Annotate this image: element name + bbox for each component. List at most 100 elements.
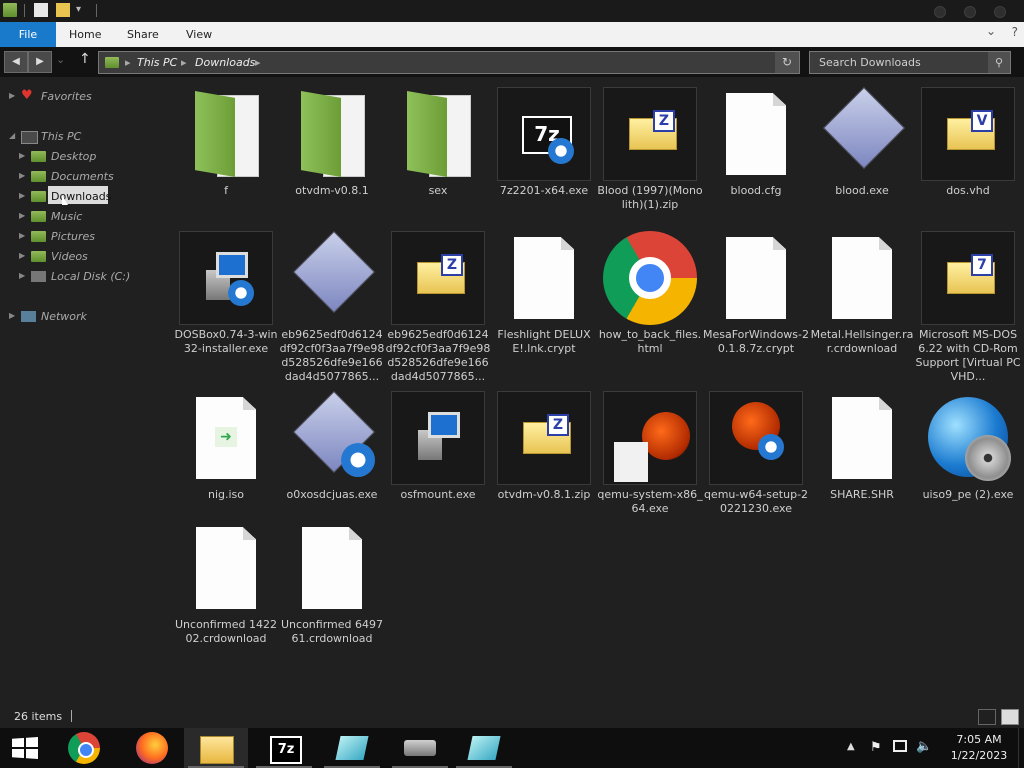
new-folder-icon[interactable] <box>56 3 70 17</box>
expand-arrow-icon[interactable]: ▶ <box>19 271 25 280</box>
nav-this-pc-label: This PC <box>41 130 82 143</box>
expand-arrow-icon[interactable]: ▶ <box>19 231 25 240</box>
nav-documents[interactable]: ▶ Documents <box>0 167 170 187</box>
show-desktop-button[interactable] <box>1018 728 1024 768</box>
installer-icon <box>391 391 485 485</box>
flag-icon[interactable]: ⚑ <box>870 740 882 755</box>
ribbon: File Home Share View ⌄ ? <box>0 22 1024 48</box>
nav-local-disk-label: Local Disk (C:) <box>51 270 131 283</box>
collapse-arrow-icon[interactable]: ◢ <box>9 131 15 140</box>
folder-icon <box>391 87 485 181</box>
nav-desktop-label: Desktop <box>51 150 97 163</box>
tab-share[interactable]: Share <box>127 22 159 47</box>
taskbar-firefox[interactable] <box>120 728 184 768</box>
expand-arrow-icon[interactable]: ▶ <box>9 91 15 100</box>
taskbar-app-3[interactable] <box>452 728 516 768</box>
tab-home[interactable]: Home <box>69 22 101 47</box>
taskbar-chrome[interactable] <box>52 728 116 768</box>
refresh-icon[interactable]: ↻ <box>775 52 799 73</box>
folder-icon <box>105 57 119 68</box>
show-hidden-icons-icon[interactable]: ▲ <box>847 741 855 752</box>
breadcrumb-arrow-icon[interactable]: ▸ <box>255 52 261 73</box>
nav-music[interactable]: ▶ Music <box>0 207 170 227</box>
exe-gear-icon <box>285 390 379 485</box>
close-button[interactable] <box>994 6 1006 18</box>
recent-locations-icon[interactable]: ⌄ <box>56 53 65 66</box>
blank-file-icon <box>497 231 591 325</box>
nav-documents-label: Documents <box>51 170 114 183</box>
properties-icon[interactable] <box>34 3 48 17</box>
customize-quick-access-icon[interactable]: ▾ <box>76 3 90 17</box>
network-icon <box>21 311 36 322</box>
file-name: blood.exe <box>835 184 889 197</box>
nav-local-disk[interactable]: ▶ Local Disk (C:) <box>0 267 170 287</box>
breadcrumb-this-pc[interactable]: This PC <box>137 52 177 73</box>
separator <box>96 4 97 17</box>
window-app-icon <box>335 736 369 760</box>
file-name: blood.cfg <box>730 184 782 197</box>
zip-archive-icon: Z <box>603 87 697 181</box>
expand-arrow-icon[interactable]: ▶ <box>19 171 25 180</box>
file-name: otvdm-v0.8.1 <box>295 184 369 197</box>
network-icon[interactable] <box>893 740 907 752</box>
nav-videos[interactable]: ▶ Videos <box>0 247 170 267</box>
nav-desktop[interactable]: ▶ Desktop <box>0 147 170 167</box>
separator <box>24 4 25 17</box>
nav-downloads[interactable]: ▶ Downloads <box>0 186 170 207</box>
blank-file-icon <box>179 521 273 615</box>
volume-icon[interactable]: 🔈 <box>916 739 932 754</box>
file-name: f <box>224 184 228 197</box>
nav-pictures[interactable]: ▶ Pictures <box>0 227 170 247</box>
file-name: Metal.Hellsinger.rar.crdownload <box>810 328 914 355</box>
file-name: dos.vhd <box>946 184 990 197</box>
forward-button[interactable]: ▶ <box>28 51 52 73</box>
breadcrumb-arrow-icon[interactable]: ▸ <box>125 52 131 73</box>
taskbar-7zip[interactable]: 7z <box>252 728 316 768</box>
expand-arrow-icon[interactable]: ▶ <box>19 251 25 260</box>
expand-arrow-icon[interactable]: ▶ <box>19 151 25 160</box>
help-icon[interactable]: ? <box>1012 25 1018 39</box>
blank-file-icon <box>815 231 909 325</box>
blank-file-icon <box>709 231 803 325</box>
item-count: 26 items <box>14 710 63 723</box>
zip-archive-icon: Z <box>391 231 485 325</box>
folder-icon <box>31 251 46 262</box>
search-input[interactable]: Search Downloads ⚲ <box>809 51 1011 74</box>
tab-file[interactable]: File <box>0 22 56 47</box>
minimize-button[interactable] <box>934 6 946 18</box>
nav-downloads-label: Downloads <box>51 190 112 203</box>
details-view-icon[interactable] <box>978 709 996 725</box>
large-icons-view-icon[interactable] <box>1001 709 1019 725</box>
iso-file-icon: ➜ <box>179 391 273 485</box>
folder-icon <box>285 87 379 181</box>
nav-favorites[interactable]: ▶ ♥ Favorites <box>0 87 170 107</box>
up-arrow-icon[interactable]: ↑ <box>79 51 91 67</box>
taskbar-file-explorer[interactable] <box>184 728 248 768</box>
exe-diamond-icon <box>815 86 909 181</box>
folder-icon <box>31 211 46 222</box>
blank-file-icon <box>709 87 803 181</box>
expand-ribbon-icon[interactable]: ⌄ <box>986 24 996 38</box>
address-row: ◀ ▶ ⌄ ↑ ▸ This PC ▸ Downloads ▸ ↻ Search… <box>0 47 1024 77</box>
expand-arrow-icon[interactable]: ▶ <box>19 211 25 220</box>
start-button[interactable] <box>0 728 48 768</box>
expand-arrow-icon[interactable]: ▶ <box>19 191 25 200</box>
file-name: sex <box>428 184 448 197</box>
breadcrumb-downloads[interactable]: Downloads <box>195 52 255 73</box>
nav-this-pc[interactable]: ◢ This PC <box>0 127 170 147</box>
taskbar-app-1[interactable] <box>320 728 384 768</box>
breadcrumb-arrow-icon[interactable]: ▸ <box>181 52 187 73</box>
address-bar[interactable]: ▸ This PC ▸ Downloads ▸ ↻ <box>98 51 800 74</box>
search-icon[interactable]: ⚲ <box>988 52 1010 73</box>
back-button[interactable]: ◀ <box>4 51 28 73</box>
taskbar-app-2[interactable] <box>388 728 452 768</box>
installer-icon <box>179 231 273 325</box>
file-name: nig.iso <box>207 488 245 501</box>
nav-network[interactable]: ▶ Network <box>0 307 170 327</box>
file-name: DOSBox0.74-3-win32-installer.exe <box>174 328 278 355</box>
expand-arrow-icon[interactable]: ▶ <box>9 311 15 320</box>
tab-view[interactable]: View <box>186 22 212 47</box>
maximize-button[interactable] <box>964 6 976 18</box>
clock-date[interactable]: 1/22/2023 <box>934 749 1024 762</box>
clock-time[interactable]: 7:05 AM <box>934 733 1024 746</box>
